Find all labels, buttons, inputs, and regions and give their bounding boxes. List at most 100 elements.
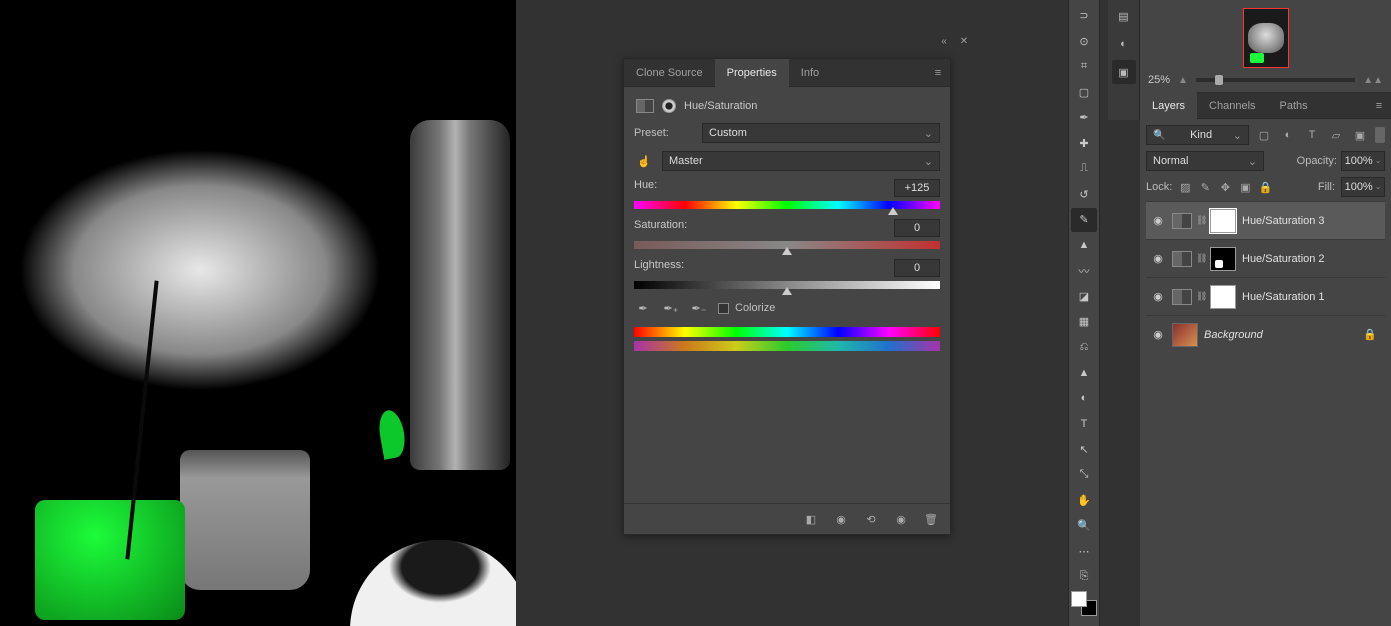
- lock-position-icon[interactable]: ✥: [1218, 181, 1232, 194]
- foreground-color-swatch[interactable]: [1071, 591, 1087, 607]
- dodge-tool-icon[interactable]: ◐: [1071, 387, 1097, 411]
- blend-mode-select[interactable]: Normal: [1146, 151, 1264, 171]
- mask-thumb[interactable]: [1210, 247, 1236, 271]
- lightness-value-field[interactable]: 0: [894, 259, 940, 277]
- preset-select[interactable]: Custom: [702, 123, 940, 143]
- dock-history-icon[interactable]: ▤: [1112, 4, 1136, 28]
- visibility-toggle-icon[interactable]: ◉: [1150, 290, 1166, 303]
- dock-properties-icon[interactable]: ▣: [1112, 60, 1136, 84]
- edit-toolbar-icon[interactable]: ⎘: [1071, 565, 1097, 589]
- channel-select[interactable]: Master: [662, 151, 940, 171]
- gradient-tool-icon[interactable]: ▦: [1071, 310, 1097, 334]
- direct-select-tool-icon[interactable]: ⤡: [1071, 463, 1097, 487]
- lock-pixels-icon[interactable]: ✎: [1198, 181, 1212, 194]
- saturation-slider[interactable]: [634, 241, 940, 251]
- layer-item[interactable]: ◉ Background 🔒: [1146, 315, 1385, 353]
- layer-name[interactable]: Hue/Saturation 3: [1242, 215, 1381, 227]
- lock-transparency-icon[interactable]: ▨: [1178, 181, 1192, 194]
- smudge-tool-icon[interactable]: 〰: [1071, 259, 1097, 283]
- quick-select-tool-icon[interactable]: ⊙: [1071, 30, 1097, 54]
- tab-channels[interactable]: Channels: [1197, 92, 1267, 120]
- opacity-field[interactable]: 100%: [1341, 151, 1385, 171]
- dock-adjustments-icon[interactable]: ◐: [1112, 32, 1136, 56]
- canvas-image: [0, 0, 516, 626]
- filter-shape-icon[interactable]: ▱: [1327, 127, 1345, 143]
- layer-item[interactable]: ◉ ⛓ Hue/Saturation 3: [1146, 201, 1385, 239]
- panel-close-button[interactable]: ✕: [954, 31, 974, 51]
- eraser-tool-icon[interactable]: ◪: [1071, 285, 1097, 309]
- panel-tabs: Clone Source Properties Info ≡: [624, 59, 950, 87]
- crop-tool-icon[interactable]: ⌗: [1071, 55, 1097, 79]
- lock-artboard-icon[interactable]: ▣: [1238, 181, 1252, 194]
- tab-info[interactable]: Info: [789, 59, 831, 87]
- lock-all-icon[interactable]: 🔒: [1258, 181, 1272, 194]
- type-tool-icon[interactable]: T: [1071, 412, 1097, 436]
- eyedropper-tool-icon[interactable]: ✒: [1071, 106, 1097, 130]
- hue-value-field[interactable]: +125: [894, 179, 940, 197]
- panel-menu-button[interactable]: ≡: [926, 67, 950, 79]
- document-canvas[interactable]: [0, 0, 516, 626]
- color-swatches[interactable]: [1071, 591, 1097, 616]
- reset-button[interactable]: ⟲: [862, 510, 880, 528]
- lightness-slider[interactable]: [634, 281, 940, 291]
- filter-adjustment-icon[interactable]: ◐: [1279, 127, 1297, 143]
- link-icon[interactable]: ⛓: [1196, 291, 1206, 302]
- pencil-tool-icon[interactable]: ▲: [1071, 234, 1097, 258]
- delete-adjustment-button[interactable]: 🗑: [922, 510, 940, 528]
- lasso-tool-icon[interactable]: ⊃: [1071, 4, 1097, 28]
- targeted-adjust-icon[interactable]: ☝: [634, 151, 654, 171]
- visibility-toggle-icon[interactable]: ◉: [1150, 328, 1166, 341]
- layer-item[interactable]: ◉ ⛓ Hue/Saturation 1: [1146, 277, 1385, 315]
- lock-indicator-icon[interactable]: 🔒: [1363, 328, 1377, 341]
- more-tools-icon[interactable]: ⋯: [1071, 540, 1097, 564]
- healing-brush-tool-icon[interactable]: ✚: [1071, 132, 1097, 156]
- layer-name[interactable]: Hue/Saturation 1: [1242, 291, 1381, 303]
- link-icon[interactable]: ⛓: [1196, 215, 1206, 226]
- layer-name[interactable]: Background: [1204, 329, 1357, 341]
- tab-layers[interactable]: Layers: [1140, 92, 1197, 120]
- zoom-tool-icon[interactable]: 🔍: [1071, 514, 1097, 538]
- filter-toggle[interactable]: [1375, 127, 1385, 143]
- colorize-checkbox[interactable]: Colorize: [718, 302, 775, 314]
- filter-pixel-icon[interactable]: ▢: [1255, 127, 1273, 143]
- panel-collapse-button[interactable]: «: [934, 31, 954, 51]
- filter-type-icon[interactable]: T: [1303, 127, 1321, 143]
- hue-slider[interactable]: [634, 201, 940, 211]
- toggle-visibility-button[interactable]: ◉: [892, 510, 910, 528]
- clip-to-layer-button[interactable]: ◧: [802, 510, 820, 528]
- blur-tool-icon[interactable]: ⎌: [1071, 336, 1097, 360]
- layers-menu-button[interactable]: ≡: [1367, 100, 1391, 112]
- eyedropper-subtract-icon[interactable]: ✒₋: [690, 299, 708, 317]
- tab-paths[interactable]: Paths: [1268, 92, 1320, 120]
- tab-properties[interactable]: Properties: [715, 59, 789, 87]
- pen-tool-icon[interactable]: ▲: [1071, 361, 1097, 385]
- brush-tool-icon[interactable]: ✎: [1071, 208, 1097, 232]
- history-brush-tool-icon[interactable]: ↺: [1071, 183, 1097, 207]
- fill-field[interactable]: 100%: [1341, 177, 1385, 197]
- tab-clone-source[interactable]: Clone Source: [624, 59, 715, 87]
- eyedropper-icon[interactable]: ✒: [634, 299, 652, 317]
- mask-icon: [662, 99, 676, 113]
- zoom-out-icon[interactable]: ▲: [1178, 75, 1188, 86]
- eyedropper-add-icon[interactable]: ✒₊: [662, 299, 680, 317]
- filter-smart-icon[interactable]: ▣: [1351, 127, 1369, 143]
- view-previous-button[interactable]: ◉: [832, 510, 850, 528]
- frame-tool-icon[interactable]: ▢: [1071, 81, 1097, 105]
- layer-name[interactable]: Hue/Saturation 2: [1242, 253, 1381, 265]
- saturation-value-field[interactable]: 0: [894, 219, 940, 237]
- zoom-slider[interactable]: [1196, 78, 1355, 82]
- layer-filter-kind-select[interactable]: Kind: [1146, 125, 1249, 145]
- path-select-tool-icon[interactable]: ↖: [1071, 438, 1097, 462]
- zoom-in-icon[interactable]: ▲▲: [1363, 75, 1383, 86]
- image-thumb[interactable]: [1172, 323, 1198, 347]
- link-icon[interactable]: ⛓: [1196, 253, 1206, 264]
- visibility-toggle-icon[interactable]: ◉: [1150, 252, 1166, 265]
- visibility-toggle-icon[interactable]: ◉: [1150, 214, 1166, 227]
- clone-stamp-tool-icon[interactable]: ⎍: [1071, 157, 1097, 181]
- hand-tool-icon[interactable]: ✋: [1071, 489, 1097, 513]
- mask-thumb[interactable]: [1210, 285, 1236, 309]
- layer-item[interactable]: ◉ ⛓ Hue/Saturation 2: [1146, 239, 1385, 277]
- navigator-thumbnail[interactable]: [1243, 8, 1289, 68]
- zoom-value[interactable]: 25%: [1148, 74, 1170, 86]
- mask-thumb[interactable]: [1210, 209, 1236, 233]
